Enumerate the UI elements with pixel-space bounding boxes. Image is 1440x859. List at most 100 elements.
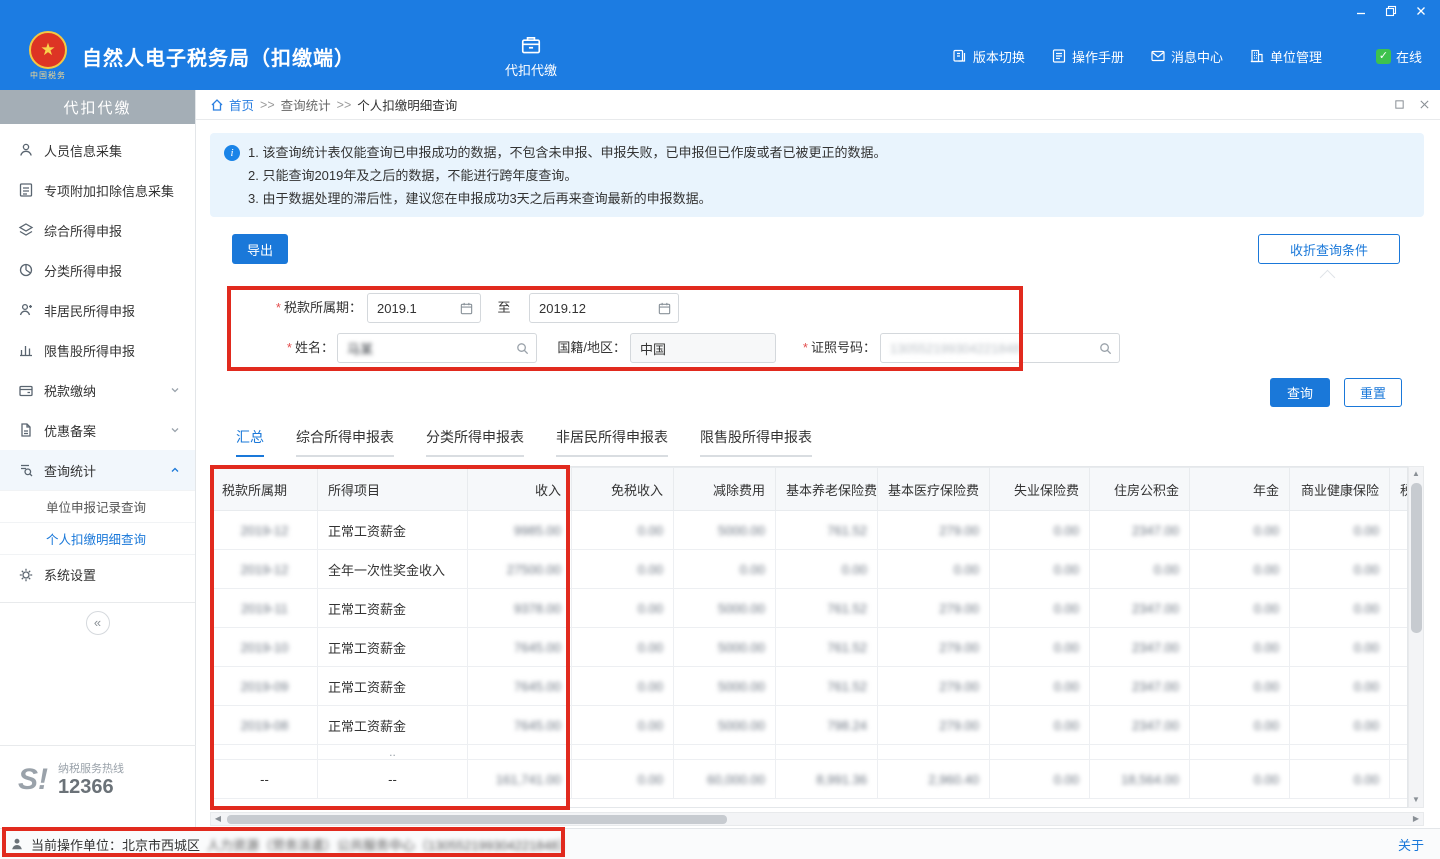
nav-version-switch-label: 版本切换 [973, 47, 1025, 66]
table-cell: 0.00 [1290, 760, 1390, 799]
sidebar-collapse-button[interactable]: « [86, 611, 110, 635]
table-cell: 9378.00 [468, 589, 572, 628]
search-icon[interactable] [1098, 341, 1113, 356]
sidebar-item-preference-filing[interactable]: 优惠备案 [0, 410, 195, 450]
sidebar-item-special-deduction[interactable]: 专项附加扣除信息采集 [0, 170, 195, 210]
tab-nonresident-income-form[interactable]: 非居民所得申报表 [556, 427, 668, 457]
sidebar-title: 代扣代缴 [0, 90, 195, 124]
sidebar-item-label: 综合所得申报 [44, 221, 181, 240]
sidebar-item-label: 非居民所得申报 [44, 301, 181, 320]
nationality-input[interactable] [631, 334, 775, 362]
nav-online-status[interactable]: ✓ 在线 [1376, 47, 1422, 66]
table-cell: 0.00 [1190, 667, 1290, 706]
export-button[interactable]: 导出 [232, 234, 288, 264]
minimize-icon[interactable] [1354, 4, 1368, 18]
sidebar-item-personnel-info[interactable]: 人员信息采集 [0, 130, 195, 170]
table-cell: 9985.00 [468, 511, 572, 550]
search-icon[interactable] [515, 341, 530, 356]
table-cell: 0.00 [1190, 511, 1290, 550]
table-cell: 279.00 [878, 628, 990, 667]
table-cell: 5000.00 [674, 667, 776, 706]
scroll-up-icon[interactable]: ▲ [1409, 467, 1423, 481]
nav-version-switch[interactable]: 版本切换 [952, 47, 1025, 66]
scroll-down-icon[interactable]: ▼ [1409, 793, 1423, 807]
table-row[interactable]: 2019-09正常工资薪金7645.000.005000.00761.52279… [212, 667, 1409, 706]
window-titlebar [0, 0, 1440, 22]
breadcrumb-separator: >> [260, 98, 275, 112]
sidebar-item-classified-income[interactable]: 分类所得申报 [0, 250, 195, 290]
notice-box: i 1. 该查询统计表仅能查询已申报成功的数据，不包含未申报、申报失败，已申报但… [210, 133, 1424, 217]
table-row[interactable]: 2019-08正常工资薪金7645.000.005000.00798.24279… [212, 706, 1409, 745]
tab-restricted-shares-form[interactable]: 限售股所得申报表 [700, 427, 812, 457]
about-link[interactable]: 关于 [1398, 835, 1424, 854]
tab-withholding-module[interactable]: 代扣代缴 [505, 34, 557, 79]
column-header: 收入 [468, 468, 572, 511]
tab-summary[interactable]: 汇总 [236, 427, 264, 457]
table-row[interactable]: 2019-12正常工资薪金9985.000.005000.00761.52279… [212, 511, 1409, 550]
horizontal-scroll-thumb[interactable] [227, 815, 727, 824]
table-cell: 2347.00 [1090, 706, 1190, 745]
reset-button[interactable]: 重置 [1344, 378, 1402, 407]
calendar-icon[interactable] [657, 301, 672, 316]
table-row[interactable]: 2019-11正常工资薪金9378.000.005000.00761.52279… [212, 589, 1409, 628]
close-icon[interactable] [1414, 4, 1428, 18]
person-icon [18, 142, 34, 158]
table-cell: 7645.00 [468, 667, 572, 706]
column-header: 税 [1390, 468, 1409, 511]
horizontal-scrollbar[interactable]: ◀ ▶ [210, 812, 1424, 826]
calendar-icon[interactable] [459, 301, 474, 316]
column-header: 失业保险费 [990, 468, 1090, 511]
nav-unit-management[interactable]: 单位管理 [1249, 47, 1322, 66]
table-row-partial: .. [212, 745, 1409, 760]
tab-restore-icon[interactable] [1394, 99, 1405, 110]
name-label: *姓名： [270, 333, 334, 363]
subitem-label: 单位申报记录查询 [46, 497, 146, 516]
collapse-query-button[interactable]: 收折查询条件 [1258, 234, 1400, 264]
notice-line-1: 1. 该查询统计表仅能查询已申报成功的数据，不包含未申报、申报失败，已申报但已作… [248, 141, 886, 164]
sidebar-item-nonresident-income[interactable]: 非居民所得申报 [0, 290, 195, 330]
table-cell: 0.00 [572, 706, 674, 745]
breadcrumb-home[interactable]: 首页 [229, 95, 254, 114]
tab-comprehensive-income-form[interactable]: 综合所得申报表 [296, 427, 394, 457]
name-input[interactable] [338, 334, 536, 362]
vertical-scroll-thumb[interactable] [1411, 483, 1422, 633]
sidebar-item-query-statistics[interactable]: 查询统计 [0, 450, 195, 490]
table-cell: 60,000.00 [674, 760, 776, 799]
table-cell: 0.00 [572, 667, 674, 706]
scroll-right-icon[interactable]: ▶ [1409, 813, 1423, 825]
list-icon [18, 182, 34, 198]
table-cell: 0.00 [990, 667, 1090, 706]
table-cell: 0.00 [990, 550, 1090, 589]
sidebar-item-restricted-shares[interactable]: 限售股所得申报 [0, 330, 195, 370]
national-emblem-logo: ★ 中国税务 [26, 31, 70, 81]
query-button[interactable]: 查询 [1270, 378, 1330, 407]
table-cell [1390, 589, 1409, 628]
tab-classified-income-form[interactable]: 分类所得申报表 [426, 427, 524, 457]
table-cell [468, 745, 572, 760]
table-cell: 2019-11 [212, 589, 318, 628]
query-statistics-submenu: 单位申报记录查询 个人扣缴明细查询 [0, 490, 195, 554]
nav-message-center[interactable]: 消息中心 [1150, 47, 1223, 66]
table-cell: 0.00 [1290, 667, 1390, 706]
home-icon [210, 98, 224, 112]
vertical-scrollbar[interactable]: ▲ ▼ [1408, 466, 1424, 808]
sidebar-item-tax-payment[interactable]: 税款缴纳 [0, 370, 195, 410]
app-header: ★ 中国税务 自然人电子税务局（扣缴端） 代扣代缴 版本切换 操作手册 消息中心 [0, 22, 1440, 90]
nav-manual[interactable]: 操作手册 [1051, 47, 1124, 66]
period-label: *税款所属期： [228, 293, 362, 323]
table-cell [1390, 760, 1409, 799]
period-to-input[interactable] [530, 294, 678, 322]
sidebar-item-label: 查询统计 [44, 461, 159, 480]
restore-icon[interactable] [1384, 4, 1398, 18]
id-number-input[interactable] [881, 334, 1119, 362]
sidebar-item-system-settings[interactable]: 系统设置 [0, 554, 195, 594]
sidebar-subitem-personal-withholding-query[interactable]: 个人扣缴明细查询 [0, 522, 195, 554]
sidebar-subitem-unit-declaration-query[interactable]: 单位申报记录查询 [0, 490, 195, 522]
table-row[interactable]: 2019-12全年一次性奖金收入27500.000.000.000.000.00… [212, 550, 1409, 589]
tab-close-icon[interactable] [1419, 99, 1430, 110]
breadcrumb-level1[interactable]: 查询统计 [281, 95, 331, 114]
scroll-left-icon[interactable]: ◀ [211, 813, 225, 825]
table-cell [1390, 706, 1409, 745]
sidebar-item-comprehensive-income[interactable]: 综合所得申报 [0, 210, 195, 250]
table-row[interactable]: 2019-10正常工资薪金7645.000.005000.00761.52279… [212, 628, 1409, 667]
